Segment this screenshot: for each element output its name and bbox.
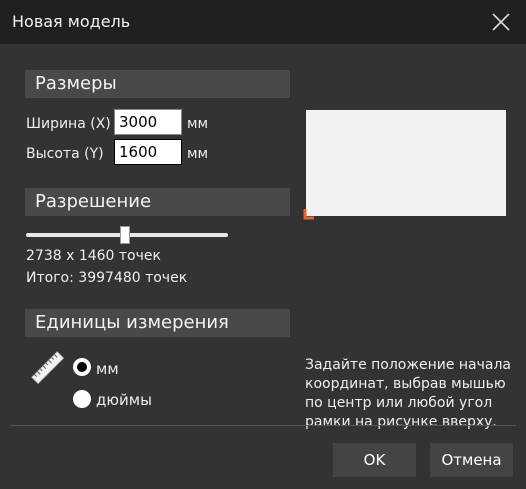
ruler-icon [31,351,65,385]
width-unit: мм [187,116,209,132]
height-label: Высота (Y) [26,146,104,162]
title-bar: Новая модель [0,0,526,44]
resolution-section-header: Разрешение [25,188,290,216]
units-section-header: Единицы измерения [25,309,290,337]
window-title: Новая модель [12,12,131,31]
origin-hint-text: Задайте положение начала координат, выбр… [305,357,512,430]
units-mm-label[interactable]: мм [96,360,119,378]
cancel-button[interactable]: Отмена [430,443,513,477]
width-label: Ширина (X) [26,116,111,132]
origin-preview-frame[interactable] [306,110,506,216]
units-mm-radio[interactable] [73,358,91,376]
close-icon[interactable] [488,9,514,35]
ok-button[interactable]: OK [333,443,416,477]
width-input[interactable] [114,109,182,135]
radio-selected-dot [77,362,87,372]
height-unit: мм [187,146,209,162]
units-inch-label[interactable]: дюймы [96,391,152,409]
sizes-section-header: Размеры [25,70,290,98]
footer-divider [10,425,516,426]
resolution-total: Итого: 3997480 точек [26,270,188,286]
resolution-pixels: 2738 x 1460 точек [26,248,161,264]
height-input[interactable] [114,139,182,165]
resolution-slider-thumb[interactable] [119,226,130,244]
origin-corner-icon[interactable] [303,208,315,220]
units-inch-radio[interactable] [73,390,91,408]
